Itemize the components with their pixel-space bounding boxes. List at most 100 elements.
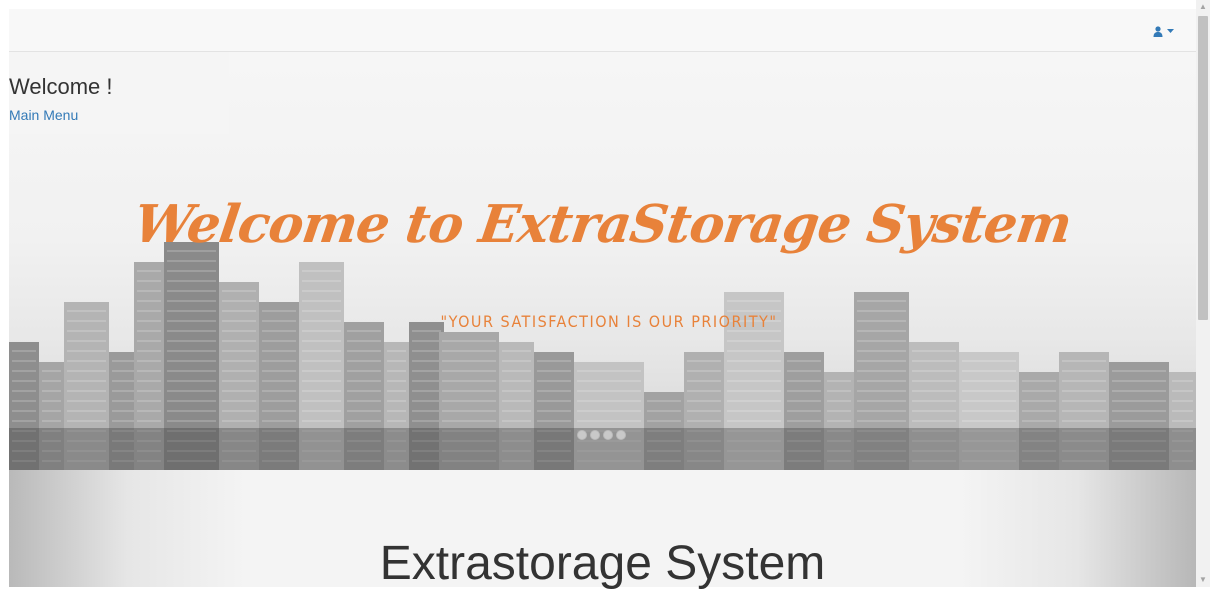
- building-window-row: [42, 400, 61, 402]
- building-window-row: [387, 360, 406, 362]
- building-window-row: [727, 390, 781, 392]
- building-window-row: [67, 360, 106, 362]
- building-window-row: [787, 390, 821, 392]
- building-window-row: [1062, 390, 1106, 392]
- building-window-row: [412, 390, 441, 392]
- carousel-indicator[interactable]: [577, 430, 587, 440]
- vertical-scrollbar[interactable]: ▲ ▼: [1196, 0, 1210, 587]
- carousel-indicator[interactable]: [616, 430, 626, 440]
- building-window-row: [442, 380, 496, 382]
- building-window-row: [787, 420, 821, 422]
- building-window-row: [112, 380, 136, 382]
- building-window-row: [167, 350, 216, 352]
- building-window-row: [167, 400, 216, 402]
- building-window-row: [67, 410, 106, 412]
- building-window-row: [67, 400, 106, 402]
- building-window-row: [12, 390, 36, 392]
- carousel-indicators: [577, 430, 626, 440]
- building-window-row: [442, 410, 496, 412]
- building-window-row: [42, 420, 61, 422]
- building-window-row: [687, 380, 721, 382]
- building-window-row: [262, 340, 296, 342]
- building-window-row: [387, 370, 406, 372]
- building-window-row: [302, 280, 341, 282]
- scroll-down-arrow-icon[interactable]: ▼: [1196, 573, 1210, 587]
- building-window-row: [1172, 420, 1193, 422]
- building-window-row: [387, 400, 406, 402]
- building-window-row: [1022, 390, 1056, 392]
- user-dropdown-toggle[interactable]: [1153, 23, 1174, 39]
- building-window-row: [577, 400, 641, 402]
- building-window-row: [827, 420, 851, 422]
- building-window-row: [222, 300, 256, 302]
- building-window-row: [112, 390, 136, 392]
- building-window-row: [412, 400, 441, 402]
- building-window-row: [112, 420, 136, 422]
- building-window-row: [787, 380, 821, 382]
- building-window-row: [302, 370, 341, 372]
- building-window-row: [167, 300, 216, 302]
- building-window-row: [222, 370, 256, 372]
- building-window-row: [537, 420, 571, 422]
- building-window-row: [727, 400, 781, 402]
- building-window-row: [442, 420, 496, 422]
- building-window-row: [502, 360, 531, 362]
- building-window-row: [67, 350, 106, 352]
- building-window-row: [42, 370, 61, 372]
- building-window-row: [787, 360, 821, 362]
- welcome-heading: Welcome !: [9, 74, 113, 99]
- carousel-indicator[interactable]: [603, 430, 613, 440]
- building-window-row: [912, 410, 956, 412]
- building-window-row: [687, 410, 721, 412]
- building-window-row: [727, 360, 781, 362]
- building-window-row: [387, 350, 406, 352]
- building-window-row: [167, 380, 216, 382]
- building-window-row: [412, 350, 441, 352]
- building-window-row: [302, 400, 341, 402]
- building-window-row: [1062, 360, 1106, 362]
- building-window-row: [1062, 420, 1106, 422]
- building-window-row: [167, 290, 216, 292]
- building-window-row: [687, 420, 721, 422]
- building-window-row: [222, 350, 256, 352]
- building-window-row: [112, 370, 136, 372]
- building-window-row: [442, 360, 496, 362]
- caret-down-icon: [1167, 29, 1174, 33]
- building-window-row: [347, 360, 381, 362]
- building-window-row: [1022, 410, 1056, 412]
- welcome-panel: Welcome ! Main Menu: [9, 52, 229, 134]
- building-window-row: [302, 420, 341, 422]
- scroll-up-arrow-icon[interactable]: ▲: [1196, 0, 1210, 14]
- building-window-row: [222, 290, 256, 292]
- building-window-row: [412, 420, 441, 422]
- building-window-row: [347, 410, 381, 412]
- building-window-row: [167, 420, 216, 422]
- building-window-row: [787, 400, 821, 402]
- building-window-row: [347, 400, 381, 402]
- building-window-row: [442, 390, 496, 392]
- building-window-row: [412, 380, 441, 382]
- building-window-row: [857, 340, 906, 342]
- building-window-row: [167, 340, 216, 342]
- building-window-row: [222, 410, 256, 412]
- main-menu-link[interactable]: Main Menu: [9, 107, 78, 123]
- building-window-row: [537, 380, 571, 382]
- building-window-row: [12, 400, 36, 402]
- building-window-row: [727, 340, 781, 342]
- building-window-row: [387, 420, 406, 422]
- building-window-row: [137, 400, 161, 402]
- building-window-row: [222, 380, 256, 382]
- carousel-indicator[interactable]: [590, 430, 600, 440]
- building-window-row: [577, 370, 641, 372]
- building-window-row: [222, 400, 256, 402]
- building-window-row: [962, 420, 1016, 422]
- building-window-row: [347, 380, 381, 382]
- building-window-row: [727, 370, 781, 372]
- building-window-row: [347, 390, 381, 392]
- building-window-row: [857, 410, 906, 412]
- building-window-row: [12, 380, 36, 382]
- building-window-row: [302, 300, 341, 302]
- scrollbar-thumb[interactable]: [1198, 16, 1208, 320]
- building-window-row: [67, 340, 106, 342]
- building-window-row: [167, 280, 216, 282]
